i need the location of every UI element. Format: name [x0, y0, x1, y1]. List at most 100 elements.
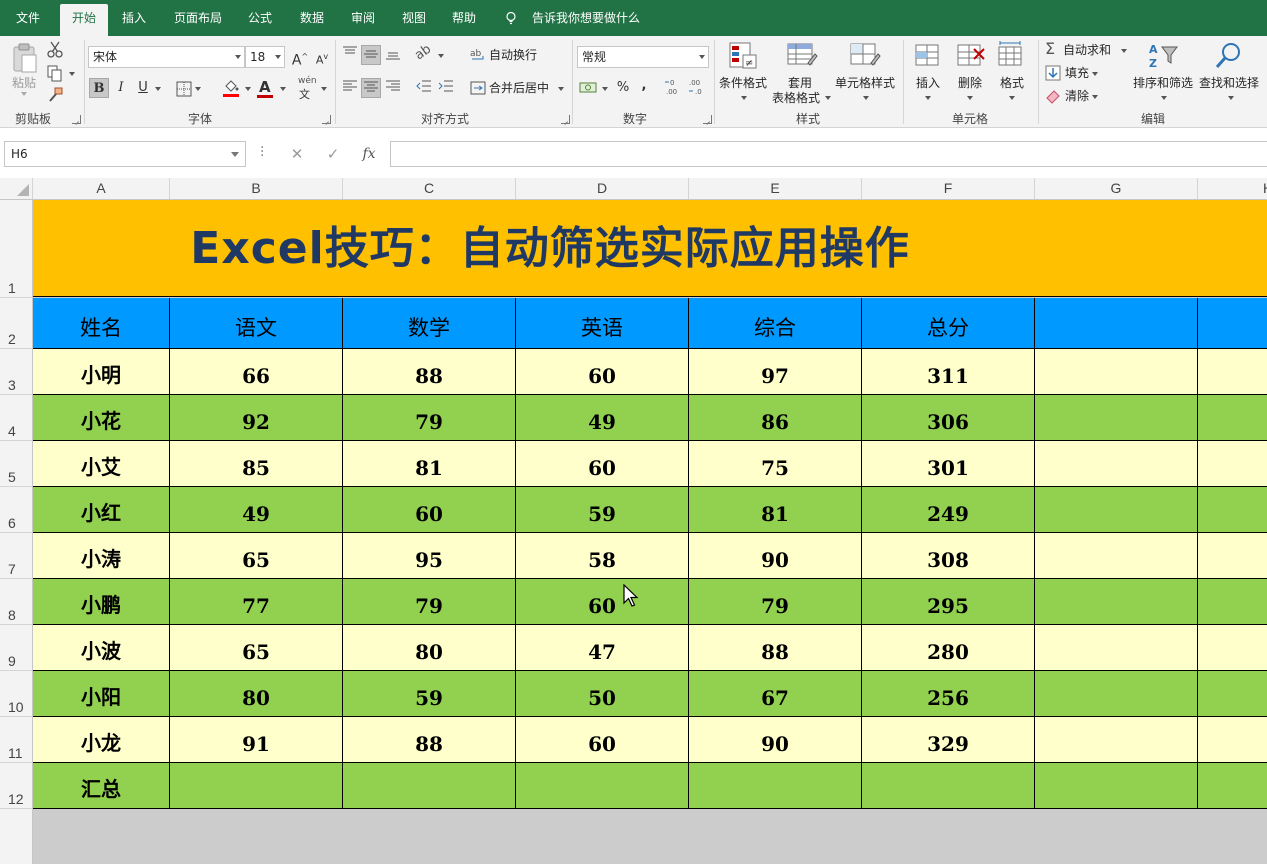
empty-cell[interactable]	[1035, 579, 1198, 624]
align-top-button[interactable]	[340, 45, 360, 65]
score-cell[interactable]: 95	[343, 533, 516, 578]
format-cells-button[interactable]: 格式	[992, 40, 1032, 106]
font-size-select[interactable]: 18	[245, 46, 285, 68]
underline-dropdown-arrow[interactable]	[155, 87, 161, 91]
tab-insert[interactable]: 插入	[114, 4, 154, 36]
score-cell[interactable]: 66	[170, 349, 343, 394]
score-cell[interactable]: 280	[862, 625, 1035, 670]
row-header-7[interactable]: 7	[0, 533, 32, 579]
score-cell[interactable]: 306	[862, 395, 1035, 440]
row-header-8[interactable]: 8	[0, 579, 32, 625]
cut-button[interactable]	[46, 40, 66, 60]
score-cell[interactable]: 90	[689, 533, 862, 578]
name-cell[interactable]: 小鹏	[33, 579, 170, 624]
font-color-button[interactable]: A	[256, 78, 286, 100]
cancel-icon[interactable]: ✕	[282, 141, 312, 167]
score-cell[interactable]: 295	[862, 579, 1035, 624]
empty-cell[interactable]	[689, 763, 862, 808]
row-header-9[interactable]: 9	[0, 625, 32, 671]
score-cell[interactable]: 308	[862, 533, 1035, 578]
name-cell[interactable]: 小明	[33, 349, 170, 394]
score-cell[interactable]: 58	[516, 533, 689, 578]
align-middle-button[interactable]	[361, 45, 381, 65]
percent-style-button[interactable]: %	[613, 78, 633, 98]
score-cell[interactable]: 50	[516, 671, 689, 716]
name-cell[interactable]: 小红	[33, 487, 170, 532]
score-cell[interactable]: 60	[516, 441, 689, 486]
score-cell[interactable]: 65	[170, 625, 343, 670]
empty-cell[interactable]	[1198, 717, 1267, 762]
wrap-text-button[interactable]: ab 自动换行	[468, 45, 542, 65]
score-cell[interactable]: 49	[170, 487, 343, 532]
empty-cell[interactable]	[1035, 298, 1198, 348]
score-cell[interactable]: 75	[689, 441, 862, 486]
header-cell[interactable]: 总分	[862, 298, 1035, 348]
score-cell[interactable]: 88	[689, 625, 862, 670]
select-all-button[interactable]	[0, 178, 33, 199]
borders-button[interactable]	[172, 79, 201, 99]
insert-cells-button[interactable]: 插入	[908, 40, 948, 106]
formula-input[interactable]	[390, 141, 1267, 167]
tab-data[interactable]: 数据	[292, 4, 332, 36]
score-cell[interactable]: 47	[516, 625, 689, 670]
paste-button[interactable]: 粘贴	[6, 40, 42, 96]
column-header-d[interactable]: D	[516, 178, 689, 199]
copy-button[interactable]	[46, 64, 76, 84]
column-header-h[interactable]: H	[1198, 178, 1267, 199]
name-cell[interactable]: 小花	[33, 395, 170, 440]
header-cell[interactable]: 数学	[343, 298, 516, 348]
tab-view[interactable]: 视图	[394, 4, 434, 36]
score-cell[interactable]: 86	[689, 395, 862, 440]
score-cell[interactable]: 60	[516, 349, 689, 394]
score-cell[interactable]: 256	[862, 671, 1035, 716]
empty-cell[interactable]	[1035, 533, 1198, 578]
enter-check-icon[interactable]: ✓	[318, 141, 348, 167]
font-dialog-launcher[interactable]	[322, 115, 331, 124]
row-header-10[interactable]: 10	[0, 671, 32, 717]
score-cell[interactable]: 88	[343, 349, 516, 394]
score-cell[interactable]: 81	[343, 441, 516, 486]
comma-style-button[interactable]: ,	[634, 76, 654, 96]
score-cell[interactable]: 88	[343, 717, 516, 762]
name-cell[interactable]: 小艾	[33, 441, 170, 486]
font-name-select[interactable]: 宋体	[88, 46, 245, 68]
increase-decimal-button[interactable]: 0.00	[664, 78, 684, 98]
score-cell[interactable]: 249	[862, 487, 1035, 532]
empty-cell[interactable]	[1198, 579, 1267, 624]
tab-help[interactable]: 帮助	[444, 4, 484, 36]
orientation-button[interactable]: ab	[412, 42, 444, 65]
score-cell[interactable]: 60	[516, 579, 689, 624]
tab-review[interactable]: 审阅	[343, 4, 383, 36]
underline-button[interactable]: U	[133, 78, 153, 98]
decrease-indent-button[interactable]	[414, 78, 434, 98]
empty-cell[interactable]	[1198, 349, 1267, 394]
increase-font-size-button[interactable]: A^	[290, 47, 310, 69]
header-cell[interactable]: 姓名	[33, 298, 170, 348]
format-painter-button[interactable]	[46, 86, 66, 106]
score-cell[interactable]: 60	[516, 717, 689, 762]
row-header-12[interactable]: 12	[0, 763, 32, 809]
empty-cell[interactable]	[862, 763, 1035, 808]
score-cell[interactable]: 79	[343, 395, 516, 440]
fill-button[interactable]: 填充	[1043, 63, 1103, 83]
empty-cell[interactable]	[343, 763, 516, 808]
tab-file[interactable]: 文件	[6, 4, 50, 36]
empty-cell[interactable]	[1035, 395, 1198, 440]
score-cell[interactable]: 92	[170, 395, 343, 440]
empty-cell[interactable]	[1035, 487, 1198, 532]
column-header-g[interactable]: G	[1035, 178, 1198, 199]
tab-page-layout[interactable]: 页面布局	[166, 4, 230, 36]
empty-cell[interactable]	[1035, 671, 1198, 716]
column-header-e[interactable]: E	[689, 178, 862, 199]
worksheet-grid[interactable]: Excel技巧：自动筛选实际应用操作 姓名 语文 数学 英语 综合 总分 小明 6…	[33, 200, 1267, 864]
empty-cell[interactable]	[1198, 441, 1267, 486]
header-cell[interactable]: 语文	[170, 298, 343, 348]
align-center-button[interactable]	[361, 78, 381, 98]
empty-cell[interactable]	[1198, 625, 1267, 670]
row-header-4[interactable]: 4	[0, 395, 32, 441]
column-header-f[interactable]: F	[862, 178, 1035, 199]
tab-home[interactable]: 开始	[60, 4, 108, 36]
score-cell[interactable]: 85	[170, 441, 343, 486]
cell-styles-button[interactable]: 单元格样式	[833, 40, 899, 106]
empty-cell[interactable]	[1198, 395, 1267, 440]
